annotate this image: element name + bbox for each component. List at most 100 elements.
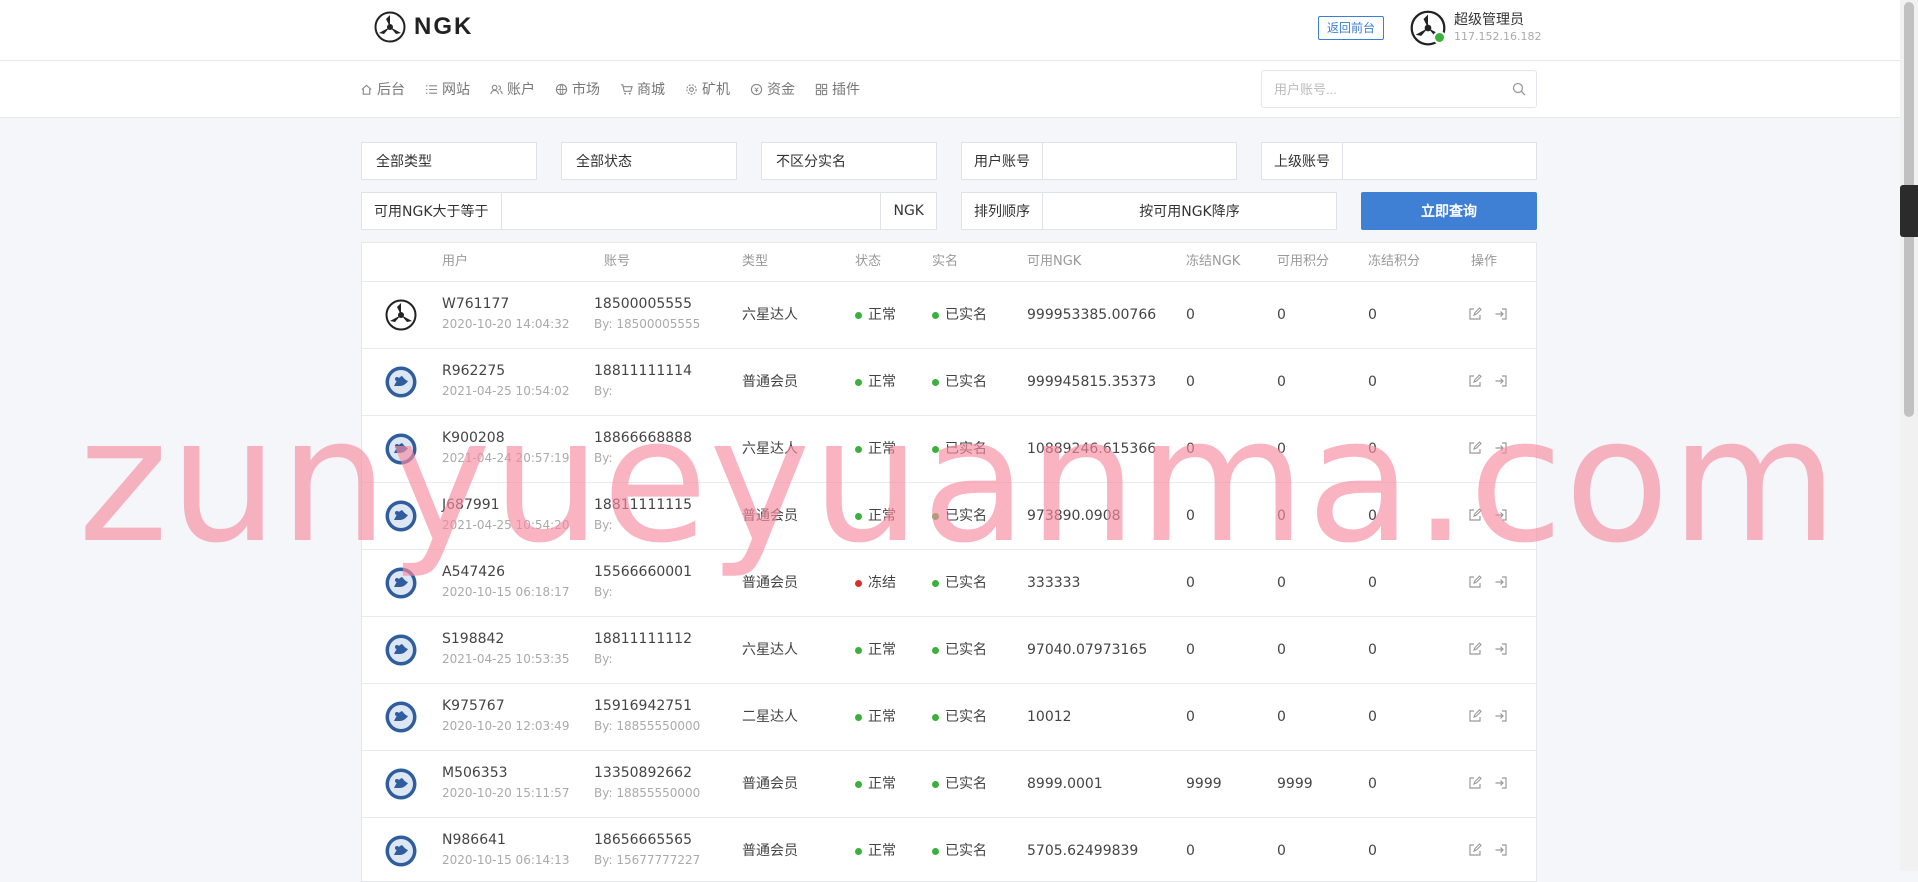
- user-avatar-icon: [385, 366, 417, 398]
- account-filter-input[interactable]: [1043, 143, 1236, 179]
- member-type: 普通会员: [742, 843, 798, 859]
- realname-text: 已实名: [945, 508, 987, 524]
- parent-account-input[interactable]: [1343, 143, 1536, 179]
- nav-label: 商城: [637, 82, 665, 98]
- frozen-points: 0: [1368, 307, 1377, 323]
- status-select[interactable]: 全部状态: [561, 142, 737, 180]
- home-icon: [361, 84, 372, 95]
- logo[interactable]: NGK: [374, 11, 473, 43]
- edit-icon[interactable]: [1468, 642, 1482, 656]
- status-dot: [855, 378, 862, 386]
- table-row: N986641 2020-10-15 06:14:13 18656665565 By:…: [362, 817, 1536, 881]
- sort-order-select[interactable]: 按可用NGK降序: [1043, 193, 1336, 229]
- status-dot: [855, 445, 862, 453]
- query-button[interactable]: 立即查询: [1361, 192, 1537, 230]
- back-to-frontend-button[interactable]: 返回前台: [1318, 16, 1385, 40]
- col-user: 用户: [442, 254, 469, 269]
- login-as-user-icon[interactable]: [1494, 642, 1508, 656]
- account-number: 15916942751: [594, 698, 692, 714]
- nav-item-funds[interactable]: 资金: [750, 79, 795, 99]
- frozen-ngk: 0: [1186, 843, 1195, 859]
- status-dot: [855, 646, 862, 654]
- login-as-user-icon[interactable]: [1494, 709, 1508, 723]
- login-as-user-icon[interactable]: [1494, 575, 1508, 589]
- nav-item-plugins[interactable]: 插件: [815, 79, 860, 99]
- realname-badge: 已实名: [932, 439, 987, 459]
- login-as-user-icon[interactable]: [1494, 508, 1508, 522]
- status-dot: [855, 512, 862, 520]
- edit-icon[interactable]: [1468, 441, 1482, 455]
- edit-icon[interactable]: [1468, 843, 1482, 857]
- nav-item-shop[interactable]: 商城: [620, 79, 665, 99]
- login-as-user-icon[interactable]: [1494, 776, 1508, 790]
- status-badge: 正常: [855, 372, 896, 392]
- available-points: 9999: [1277, 776, 1313, 792]
- available-points: 0: [1277, 374, 1286, 390]
- edit-icon[interactable]: [1468, 374, 1482, 388]
- ngk-unit-label: NGK: [880, 193, 936, 229]
- account-filter: 用户账号: [961, 142, 1237, 180]
- referrer: By: 18855550000: [594, 786, 701, 800]
- ngk-logo-icon: [374, 11, 406, 43]
- search-input[interactable]: [1262, 71, 1516, 107]
- nav-item-market[interactable]: 市场: [555, 79, 600, 99]
- realname-badge: 已实名: [932, 305, 987, 325]
- nav-item-account[interactable]: 账户: [490, 79, 535, 99]
- login-as-user-icon[interactable]: [1494, 843, 1508, 857]
- realname-select[interactable]: 不区分实名: [761, 142, 937, 180]
- globe-icon: [555, 83, 568, 95]
- edit-icon[interactable]: [1468, 575, 1482, 589]
- edit-icon[interactable]: [1468, 709, 1482, 723]
- grid-icon: [815, 83, 828, 95]
- account-number: 18811111112: [594, 631, 692, 647]
- nav-item-miner[interactable]: 矿机: [685, 79, 730, 99]
- nav-item-website[interactable]: 网站: [425, 79, 470, 99]
- nav-label: 后台: [377, 82, 405, 98]
- nav-item-backend[interactable]: 后台: [360, 79, 405, 99]
- user-table: 用户 账号 类型 状态 实名 可用NGK 冻结NGK 可用积分 冻结积分 操作 …: [361, 242, 1537, 882]
- realname-dot: [932, 579, 939, 587]
- login-as-user-icon[interactable]: [1494, 374, 1508, 388]
- user-avatar-icon: [385, 500, 417, 532]
- ngk-min-input[interactable]: [502, 193, 881, 229]
- col-account: 账号: [604, 254, 631, 269]
- col-type: 类型: [742, 254, 769, 269]
- login-as-user-icon[interactable]: [1494, 307, 1508, 321]
- page-scrollbar[interactable]: [1900, 0, 1918, 871]
- available-ngk: 973890.0908: [1027, 508, 1121, 524]
- available-ngk: 333333: [1027, 575, 1081, 591]
- col-status: 状态: [855, 254, 882, 269]
- table-row: R962275 2021-04-25 10:54:02 18811111114 By:…: [362, 348, 1536, 416]
- realname-dot: [932, 445, 939, 453]
- edit-icon[interactable]: [1468, 776, 1482, 790]
- status-dot: [855, 579, 862, 587]
- realname-badge: 已实名: [932, 707, 987, 727]
- col-points: 可用积分: [1277, 254, 1330, 269]
- frozen-points: 0: [1368, 508, 1377, 524]
- status-dot: [855, 311, 862, 319]
- edit-icon[interactable]: [1468, 508, 1482, 522]
- side-widget[interactable]: [1900, 185, 1918, 237]
- frozen-points: 0: [1368, 441, 1377, 457]
- ngk-avatar-icon: [385, 299, 417, 331]
- realname-text: 已实名: [945, 709, 987, 725]
- type-select[interactable]: 全部类型: [361, 142, 537, 180]
- admin-profile[interactable]: 超级管理员 117.152.16.182: [1410, 10, 1541, 46]
- frozen-ngk: 9999: [1186, 776, 1222, 792]
- user-avatar-icon: [385, 701, 417, 733]
- username: N986641: [442, 832, 506, 848]
- sort-order-label: 排列顺序: [962, 193, 1043, 229]
- col-realname: 实名: [932, 254, 959, 269]
- logo-text: NGK: [414, 13, 474, 40]
- referrer: By: 18500005555: [594, 317, 701, 331]
- status-badge: 正常: [855, 774, 896, 794]
- username: S198842: [442, 631, 505, 647]
- login-as-user-icon[interactable]: [1494, 441, 1508, 455]
- member-type: 普通会员: [742, 776, 798, 792]
- referrer: By: 18855550000: [594, 719, 701, 733]
- edit-icon[interactable]: [1468, 307, 1482, 321]
- col-ngk: 可用NGK: [1027, 254, 1082, 269]
- available-ngk: 10012: [1027, 709, 1072, 725]
- search-icon[interactable]: [1512, 82, 1526, 96]
- status-text: 正常: [868, 508, 896, 524]
